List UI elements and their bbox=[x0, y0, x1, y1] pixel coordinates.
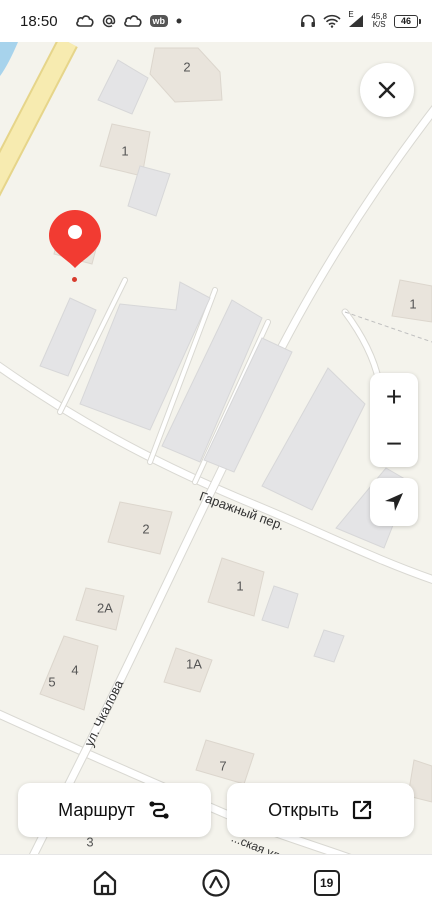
home-icon bbox=[94, 870, 117, 895]
my-location-button[interactable] bbox=[370, 478, 418, 526]
network-type: E bbox=[348, 10, 354, 19]
zoom-controls: + − bbox=[370, 373, 418, 467]
cloud-outline-icon bbox=[123, 15, 142, 27]
cloud-icon bbox=[75, 15, 94, 27]
main-road bbox=[0, 42, 76, 193]
house-number: 4 bbox=[71, 662, 79, 678]
battery-icon: 46 bbox=[394, 14, 421, 28]
route-label: Маршрут bbox=[58, 799, 135, 820]
house-number: 2А bbox=[97, 600, 113, 616]
map-view[interactable]: 2 1 3 1 2 1 2А 4 5 1А 7 3 Гаражный пер. … bbox=[0, 42, 432, 854]
speed-unit: K/S bbox=[372, 20, 386, 29]
at-icon bbox=[102, 14, 116, 28]
alice-assistant-icon bbox=[202, 868, 230, 897]
house-number: 5 bbox=[48, 674, 56, 690]
nav-calendar[interactable]: 19 bbox=[307, 863, 347, 903]
status-bar: 18:50 wb E 45,8 K/S 46 bbox=[0, 0, 432, 42]
house-number: 7 bbox=[219, 758, 227, 774]
open-button[interactable]: Открыть bbox=[227, 783, 414, 837]
external-link-icon bbox=[352, 800, 371, 820]
open-label: Открыть bbox=[268, 799, 339, 820]
house-number: 1А bbox=[186, 656, 202, 672]
wifi-icon bbox=[323, 14, 341, 28]
network-speed: 45,8 K/S bbox=[371, 13, 387, 29]
water-area bbox=[0, 42, 18, 76]
calendar-icon: 19 bbox=[313, 869, 340, 896]
house-number: 1 bbox=[121, 143, 129, 159]
calendar-number: 19 bbox=[319, 875, 334, 890]
house-number: 1 bbox=[409, 296, 417, 312]
nav-home[interactable] bbox=[85, 863, 125, 903]
route-button[interactable]: Маршрут bbox=[18, 783, 211, 837]
house-number: 2 bbox=[183, 59, 191, 75]
bottom-nav-bar: 19 bbox=[0, 854, 432, 910]
pin-point bbox=[72, 277, 77, 282]
location-pin[interactable] bbox=[47, 208, 103, 270]
zoom-in-button[interactable]: + bbox=[370, 373, 418, 420]
nav-alice[interactable] bbox=[196, 863, 236, 903]
status-time: 18:50 bbox=[20, 12, 58, 30]
navigation-arrow-icon bbox=[385, 493, 403, 511]
close-button[interactable] bbox=[360, 63, 414, 117]
dot-icon bbox=[176, 18, 182, 24]
close-icon bbox=[378, 81, 396, 99]
map-canvas bbox=[0, 42, 432, 854]
battery-level: 46 bbox=[400, 16, 411, 26]
route-icon bbox=[149, 801, 169, 819]
house-number: 1 bbox=[236, 578, 244, 594]
signal-icon: E bbox=[348, 10, 364, 28]
zoom-out-button[interactable]: − bbox=[370, 420, 418, 467]
headphones-icon bbox=[300, 14, 316, 28]
wb-icon: wb bbox=[149, 15, 169, 27]
house-number: 2 bbox=[142, 521, 150, 537]
